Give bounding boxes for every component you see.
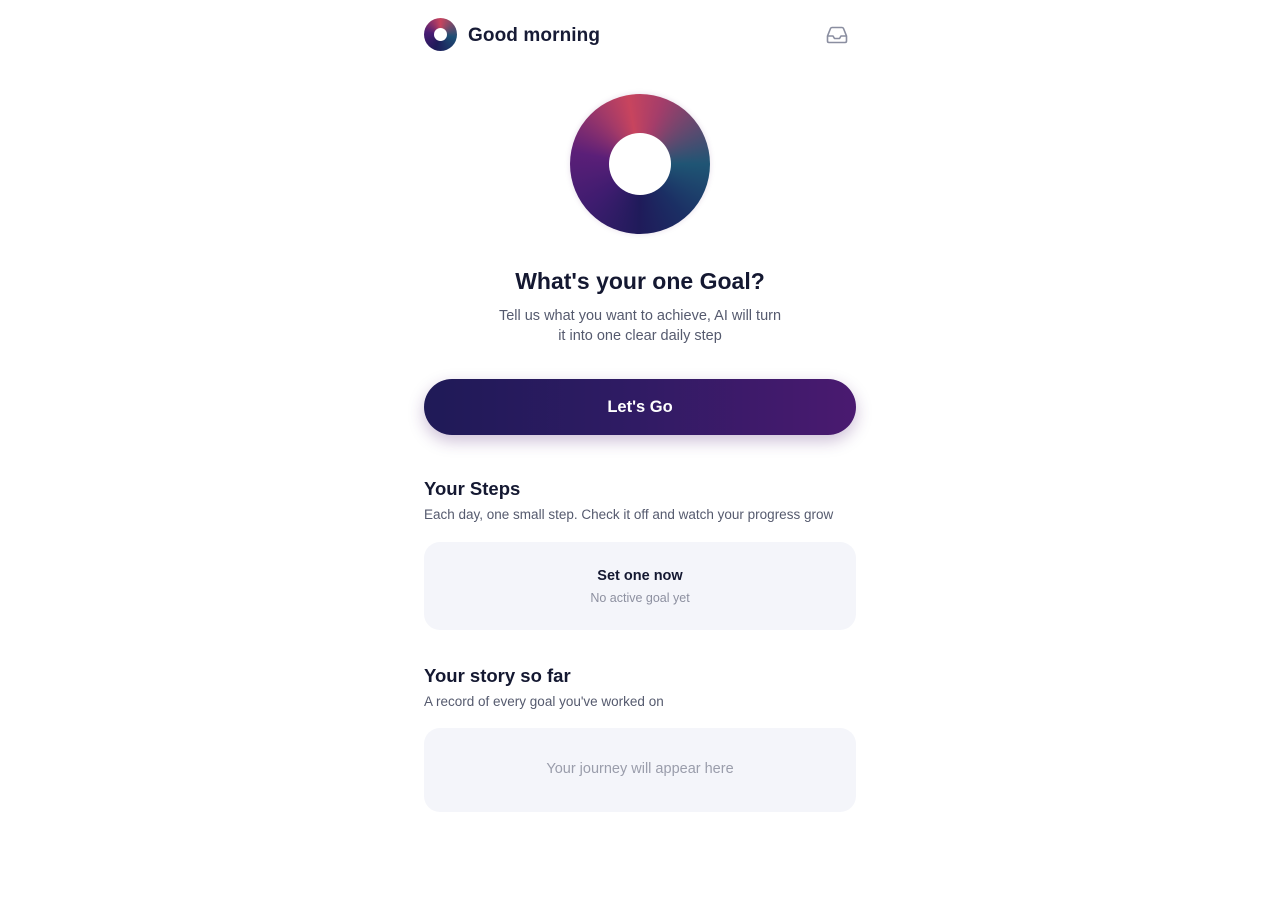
goal-description: Tell us what you want to achieve, AI wil… [490, 306, 790, 346]
set-goal-card-title: Set one now [597, 568, 683, 584]
set-goal-card-subtitle: No active goal yet [590, 591, 690, 605]
lets-go-button[interactable]: Let's Go [424, 379, 856, 435]
story-section-subtitle: A record of every goal you've worked on [424, 694, 664, 709]
steps-section-subtitle: Each day, one small step. Check it off a… [424, 507, 834, 522]
goal-description-line-1: Tell us what you want to achieve, AI wil… [498, 308, 782, 324]
set-goal-card[interactable]: Set one now No active goal yet [424, 542, 856, 630]
story-empty-card: Your journey will appear here [424, 728, 856, 812]
header: Good morning [424, 18, 856, 52]
inbox-button[interactable] [824, 24, 850, 46]
greeting-title: Good morning [468, 25, 601, 46]
inbox-icon [826, 26, 848, 44]
steps-section-title: Your Steps [424, 478, 521, 499]
app-logo-icon [424, 18, 457, 51]
story-section-title: Your story so far [424, 665, 571, 686]
story-empty-text: Your journey will appear here [546, 761, 734, 777]
goal-ring-icon [570, 94, 710, 234]
goal-description-line-2: it into one clear daily step [558, 328, 722, 344]
goal-heading: What's your one Goal? [515, 268, 765, 294]
home-screen: Good morning What's your one Goal? Tell … [0, 0, 1280, 900]
